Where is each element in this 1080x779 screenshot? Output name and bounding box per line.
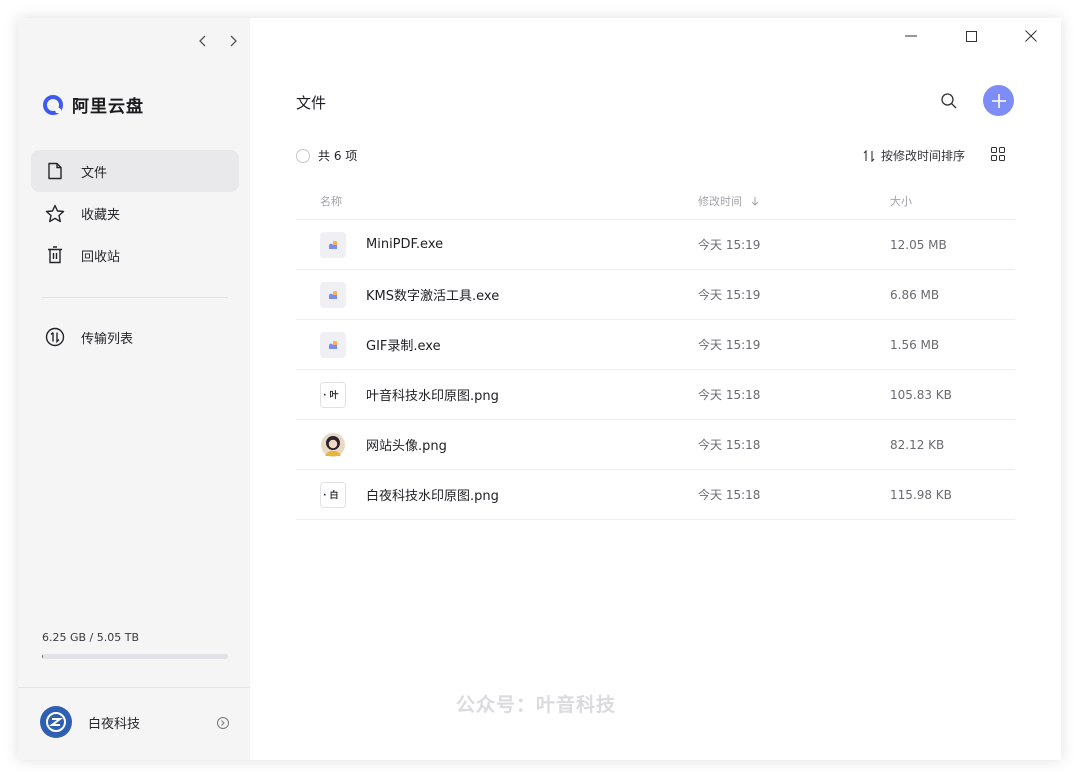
sort-icon — [863, 149, 875, 162]
transfer-icon — [45, 327, 65, 347]
grid-view-icon[interactable] — [991, 146, 1007, 162]
sidebar-item-transfer-list[interactable]: 传输列表 — [31, 316, 239, 358]
user-menu-icon[interactable] — [216, 715, 230, 729]
sidebar-item-files[interactable]: 文件 — [31, 150, 239, 192]
user-profile[interactable]: 白夜科技 — [40, 706, 230, 738]
file-time: 今天 15:18 — [698, 388, 761, 402]
file-time: 今天 15:19 — [698, 338, 761, 352]
back-arrow-icon[interactable] — [194, 32, 212, 50]
table-row[interactable]: · 白 白夜科技水印原图.png 今天 15:18 115.98 KB — [296, 470, 1015, 520]
exe-file-icon — [320, 281, 346, 308]
image-thumbnail — [320, 432, 346, 458]
file-size: 12.05 MB — [890, 237, 947, 252]
watermark: 公众号：叶音科技 — [456, 694, 617, 716]
main-panel: 文件 共 6 项 按修改时间排序 名称 修改时间 大小 MiniPDF.exe … — [250, 18, 1061, 760]
sidebar: 阿里云盘 文件 收藏夹 回收站 传输列表 6.25 GB / 5.05 TB 白… — [18, 18, 250, 760]
column-header-size[interactable]: 大小 — [890, 193, 1015, 209]
history-nav — [194, 32, 242, 50]
file-name: 白夜科技水印原图.png — [366, 489, 499, 504]
sort-label: 按修改时间排序 — [881, 149, 966, 163]
sidebar-item-label: 收藏夹 — [81, 207, 121, 223]
sidebar-item-trash[interactable]: 回收站 — [31, 234, 239, 276]
sidebar-item-label: 回收站 — [81, 249, 121, 265]
sidebar-item-favorites[interactable]: 收藏夹 — [31, 192, 239, 234]
maximize-icon[interactable] — [941, 18, 1001, 54]
sidebar-item-label: 传输列表 — [81, 331, 134, 347]
storage-progress-bar — [42, 654, 228, 659]
plus-icon — [991, 93, 1006, 108]
select-all: 共 6 项 — [296, 147, 357, 164]
file-time: 今天 15:19 — [698, 288, 761, 302]
star-icon — [45, 203, 65, 223]
trash-icon — [45, 245, 65, 265]
sidebar-divider — [42, 297, 228, 298]
storage-usage-text: 6.25 GB / 5.05 TB — [42, 631, 140, 644]
page-title: 文件 — [296, 94, 327, 112]
file-time: 今天 15:18 — [698, 488, 761, 502]
user-divider — [18, 687, 250, 688]
file-size: 1.56 MB — [890, 337, 940, 352]
brand: 阿里云盘 — [42, 92, 144, 117]
exe-file-icon — [320, 231, 346, 258]
forward-arrow-icon[interactable] — [224, 32, 242, 50]
minimize-icon[interactable] — [881, 18, 941, 54]
table-header: 名称 修改时间 大小 — [296, 182, 1015, 220]
item-count: 共 6 项 — [318, 149, 358, 163]
file-size: 105.83 KB — [890, 387, 952, 402]
brand-name: 阿里云盘 — [72, 97, 144, 117]
file-size: 6.86 MB — [890, 287, 940, 302]
table-row[interactable]: MiniPDF.exe 今天 15:19 12.05 MB — [296, 220, 1015, 270]
file-name: MiniPDF.exe — [366, 237, 444, 252]
file-time: 今天 15:18 — [698, 438, 761, 452]
file-name: 叶音科技水印原图.png — [366, 389, 499, 404]
column-header-name[interactable]: 名称 — [296, 193, 698, 209]
table-row[interactable]: 网站头像.png 今天 15:18 82.12 KB — [296, 420, 1015, 470]
sort-button[interactable]: 按修改时间排序 — [863, 147, 965, 164]
file-size: 82.12 KB — [890, 437, 945, 452]
sidebar-item-label: 文件 — [81, 165, 108, 181]
image-thumbnail: · 叶 — [320, 381, 346, 408]
file-size: 115.98 KB — [890, 487, 952, 502]
table-row[interactable]: GIF录制.exe 今天 15:19 1.56 MB — [296, 320, 1015, 370]
search-icon[interactable] — [938, 90, 960, 112]
table-row[interactable]: KMS数字激活工具.exe 今天 15:19 6.86 MB — [296, 270, 1015, 320]
image-thumbnail: · 白 — [320, 481, 346, 508]
sidebar-transfer-section: 传输列表 — [31, 316, 239, 358]
file-icon — [45, 161, 65, 181]
file-name: 网站头像.png — [366, 439, 447, 454]
file-name: KMS数字激活工具.exe — [366, 289, 500, 304]
file-time: 今天 15:19 — [698, 238, 761, 252]
exe-file-icon — [320, 331, 346, 358]
column-header-time[interactable]: 修改时间 — [698, 193, 890, 209]
sidebar-nav: 文件 收藏夹 回收站 — [31, 150, 239, 276]
avatar — [40, 706, 72, 738]
add-button[interactable] — [983, 85, 1014, 116]
file-table: 名称 修改时间 大小 MiniPDF.exe 今天 15:19 12.05 MB — [296, 182, 1015, 520]
table-row[interactable]: · 叶 叶音科技水印原图.png 今天 15:18 105.83 KB — [296, 370, 1015, 420]
select-all-radio[interactable] — [296, 148, 310, 163]
window-controls — [881, 18, 1061, 54]
app-window: 阿里云盘 文件 收藏夹 回收站 传输列表 6.25 GB / 5.05 TB 白… — [18, 18, 1061, 760]
column-header-time-label: 修改时间 — [698, 194, 742, 208]
aliyun-drive-logo-icon — [43, 94, 63, 115]
file-name: GIF录制.exe — [366, 339, 441, 354]
user-name: 白夜科技 — [88, 716, 141, 732]
sort-desc-icon — [751, 196, 759, 206]
storage-progress-fill — [42, 654, 44, 659]
close-icon[interactable] — [1001, 18, 1061, 54]
